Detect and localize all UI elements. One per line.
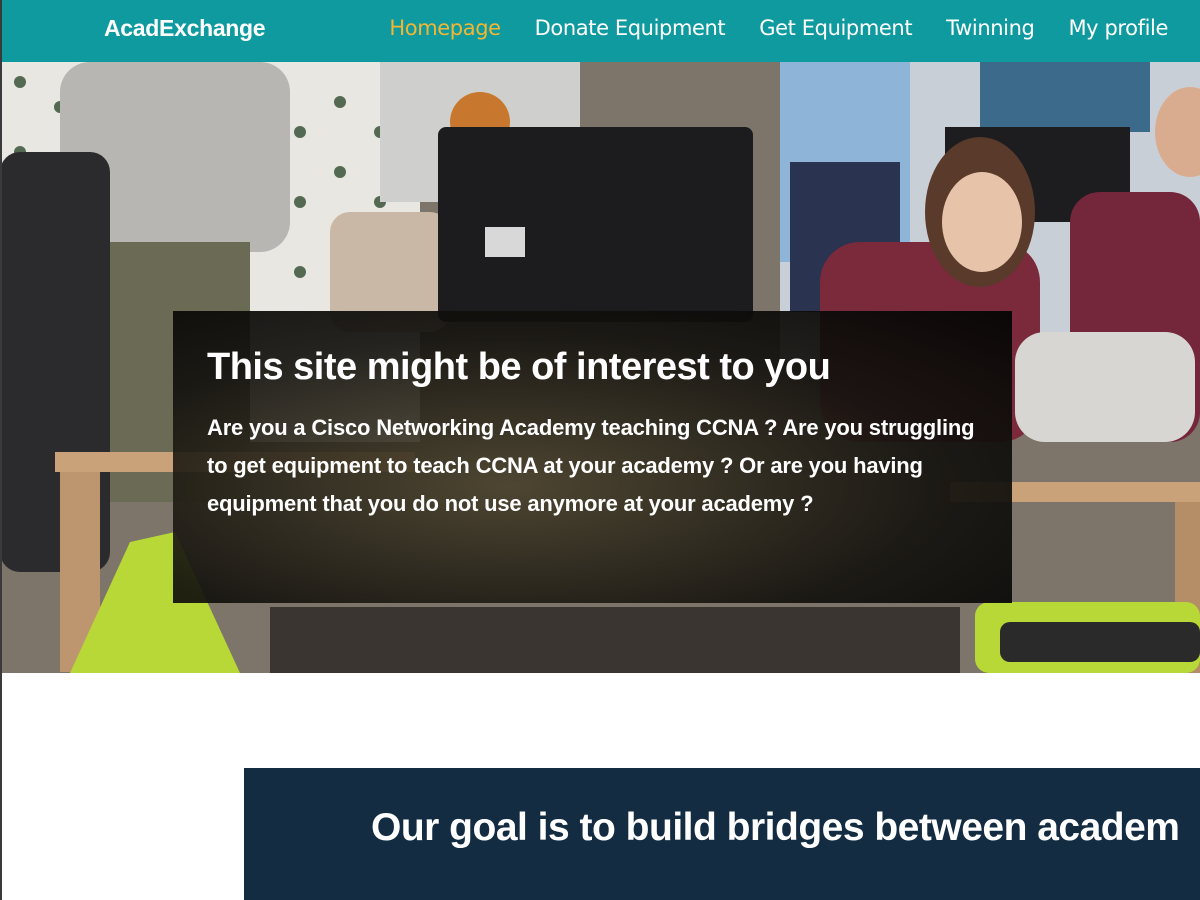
nav-links: Homepage Donate Equipment Get Equipment … (389, 16, 1168, 40)
nav-link-my-profile[interactable]: My profile (1068, 16, 1168, 40)
hero-info-box: This site might be of interest to you Ar… (173, 311, 1012, 603)
brand-logo-link[interactable]: AcadExchange (104, 15, 266, 42)
nav-link-homepage[interactable]: Homepage (389, 16, 501, 40)
nav-link-donate-equipment[interactable]: Donate Equipment (535, 16, 726, 40)
hero-title: This site might be of interest to you (207, 346, 831, 388)
goal-banner: Our goal is to build bridges between aca… (244, 768, 1200, 900)
hero-description: Are you a Cisco Networking Academy teach… (207, 415, 975, 516)
top-navbar: AcadExchange Homepage Donate Equipment G… (0, 0, 1200, 62)
page-left-border (0, 0, 2, 900)
nav-link-get-equipment[interactable]: Get Equipment (759, 16, 912, 40)
goal-title: Our goal is to build bridges between aca… (371, 806, 1180, 849)
nav-link-twinning[interactable]: Twinning (946, 16, 1035, 40)
hero-banner: This site might be of interest to you Ar… (0, 62, 1200, 673)
